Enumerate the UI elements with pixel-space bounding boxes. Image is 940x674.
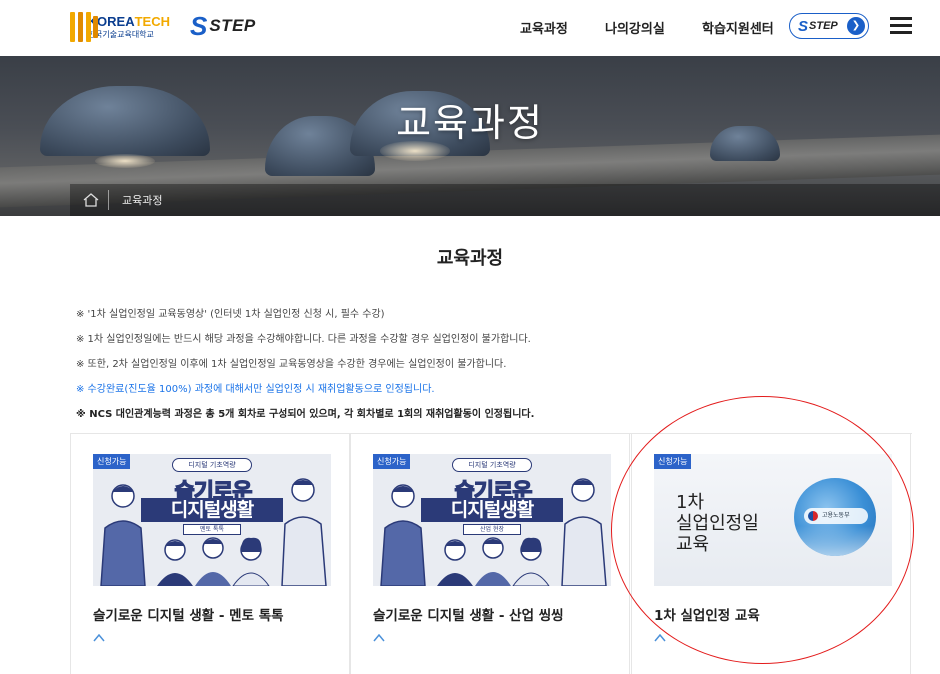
hamburger-menu-icon[interactable] <box>890 17 912 35</box>
koreatech-logo-text: KOREATECH 한국기술교육대학교 <box>88 15 170 39</box>
koreatech-logo-ko: 한국기술교육대학교 <box>87 30 154 39</box>
koreatech-logo[interactable]: KOREATECH 한국기술교육대학교 <box>70 9 170 45</box>
hero-title: 교육과정 <box>396 101 544 145</box>
course-title[interactable]: 1차 실업인정 교육 <box>654 604 760 624</box>
course-card-industry[interactable]: 신청가능 디지털 기초역량 슬기로운 디지털생활 산업 현장 슬기로운 디지털 … <box>350 434 630 674</box>
people-group-illustration <box>437 537 550 586</box>
hero-light-glow <box>95 154 155 168</box>
nav-learning-support[interactable]: 학습지원센터 <box>702 18 774 38</box>
ministry-logo: 고용노동부 <box>804 508 868 524</box>
status-badge: 신청가능 <box>373 454 411 469</box>
thumbnail-text-line-3: 교육 <box>676 534 710 555</box>
step-logo-text: STEP <box>209 16 256 35</box>
digital-life-illustration: 디지털 기초역량 슬기로운 디지털생활 멘토 톡톡 <box>93 454 331 586</box>
koreatech-logo-mark-icon <box>70 12 98 42</box>
thumbnail-headline-2: 디지털생활 <box>141 498 283 522</box>
notice-line-3: ※ 또한, 2차 실업인정일 이후에 1차 실업인정일 교육동영상을 수강한 경… <box>76 359 507 370</box>
hero-banner: 교육과정 교육과정 <box>0 56 940 216</box>
breadcrumb-separator <box>108 190 109 210</box>
course-meta-icon <box>654 634 666 642</box>
notice-line-5: ※ NCS 대인관계능력 과정은 총 5개 회차로 구성되어 있으며, 각 회차… <box>76 409 535 420</box>
course-card-unemployment[interactable]: 신청가능 1차 실업인정일 교육 고용노동부 1차 실업인정 교육 <box>631 434 911 674</box>
nav-my-classroom[interactable]: 나의강의실 <box>605 18 665 38</box>
thumbnail-subtitle: 산업 현장 <box>463 524 521 535</box>
status-badge: 신청가능 <box>93 454 131 469</box>
course-thumbnail[interactable]: 신청가능 디지털 기초역 <box>373 454 611 586</box>
breadcrumb-current[interactable]: 교육과정 <box>122 192 162 208</box>
people-group-illustration <box>157 537 270 586</box>
ministry-emblem: 고용노동부 <box>794 478 876 556</box>
thumbnail-headline-2: 디지털생활 <box>421 498 563 522</box>
course-meta-icon <box>373 634 385 642</box>
person-illustration <box>561 478 607 586</box>
site-header: KOREATECH 한국기술교육대학교 S STEP 교육과정 나의강의실 학습… <box>0 0 940 56</box>
course-title[interactable]: 슬기로운 디지털 생활 - 산업 씽씽 <box>373 604 564 624</box>
koreatech-logo-en: KOREATECH <box>87 14 170 29</box>
person-illustration <box>380 484 426 586</box>
status-badge: 신청가능 <box>654 454 692 469</box>
course-meta-icon <box>93 634 105 642</box>
course-title[interactable]: 슬기로운 디지털 생활 - 멘토 톡톡 <box>93 604 284 624</box>
nav-curriculum[interactable]: 교육과정 <box>520 18 568 38</box>
digital-life-illustration: 디지털 기초역량 슬기로운 디지털생활 산업 현장 <box>373 454 611 586</box>
arrow-right-icon: ❯ <box>847 17 865 35</box>
course-thumbnail[interactable]: 신청가능 1차 실업인정일 교육 고용노동부 <box>654 454 892 586</box>
thumbnail-subtitle: 멘토 톡톡 <box>183 524 241 535</box>
course-thumbnail[interactable]: 신청가능 디지털 기초역 <box>93 454 331 586</box>
thumbnail-ribbon: 디지털 기초역량 <box>452 458 532 472</box>
home-icon[interactable] <box>83 193 99 207</box>
notice-line-4: ※ 수강완료(진도율 100%) 과정에 대해서만 실업인정 시 재취업활동으로… <box>76 384 435 395</box>
thumbnail-ribbon: 디지털 기초역량 <box>172 458 252 472</box>
step-logo-s: S <box>190 10 208 41</box>
thumbnail-text: 1차 실업인정일 교육 <box>676 492 759 555</box>
thumbnail-text-line-1: 1차 <box>676 492 705 513</box>
course-card-mentor[interactable]: 신청가능 디지털 기초역량 슬기로운 디지털생활 멘토 톡톡 슬기로운 디지털 … <box>70 434 350 674</box>
section-title: 교육과정 <box>436 248 504 269</box>
taegeuk-icon <box>808 511 818 521</box>
person-illustration <box>281 478 327 586</box>
step-shortcut-button[interactable]: S STEP ❯ <box>789 13 869 39</box>
breadcrumb: 교육과정 <box>70 184 940 216</box>
notice-line-1: ※ '1차 실업인정일 교육동영상' (인터넷 1차 실업인정 신청 시, 필수… <box>76 309 385 320</box>
thumbnail-text-line-2: 실업인정일 <box>676 513 759 534</box>
notice-line-2: ※ 1차 실업인정일에는 반드시 해당 과정을 수강해야합니다. 다른 과정을 … <box>76 334 531 345</box>
step-badge-s: S <box>798 17 809 35</box>
step-badge-text: STEP <box>809 20 838 32</box>
step-logo[interactable]: S STEP <box>190 10 256 41</box>
city-skyline-decoration <box>794 526 876 556</box>
person-illustration <box>100 484 146 586</box>
